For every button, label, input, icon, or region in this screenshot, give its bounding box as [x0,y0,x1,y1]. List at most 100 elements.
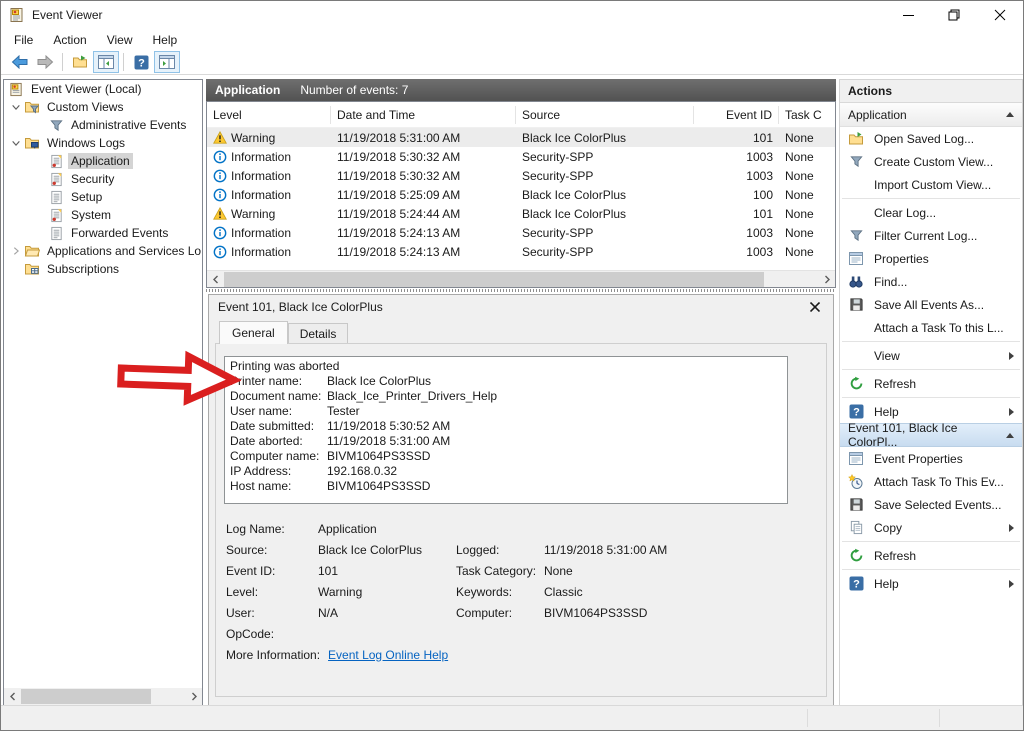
preview-close-button[interactable] [806,298,824,316]
action-attach-task-to-log[interactable]: Attach a Task To this L... [840,316,1022,339]
column-header-level[interactable]: Level [207,106,331,124]
tree-item-event-viewer-local[interactable]: Event Viewer (Local) [4,80,202,98]
event-row[interactable]: Information 11/19/2018 5:30:32 AM Securi… [207,166,835,185]
tree-item-applications-and-services-logs[interactable]: Applications and Services Lo [4,242,202,260]
restore-button[interactable] [931,1,977,29]
scrollbar-thumb[interactable] [224,272,764,287]
log-name-label: Log Name: [226,522,318,536]
action-copy[interactable]: Copy [840,516,1022,539]
action-create-custom-view[interactable]: Create Custom View... [840,150,1022,173]
event-log-online-help-link[interactable]: Event Log Online Help [328,648,448,662]
forward-button[interactable] [32,51,58,73]
action-refresh-event[interactable]: Refresh [840,544,1022,567]
back-icon [11,55,28,69]
information-icon [213,226,227,240]
minimize-button[interactable] [885,1,931,29]
tab-general[interactable]: General [219,321,288,344]
close-button[interactable] [977,1,1023,29]
action-help-event[interactable]: ? Help [840,572,1022,595]
level-label: Level: [226,585,318,599]
properties-icon [848,251,864,267]
action-refresh[interactable]: Refresh [840,372,1022,395]
menu-help[interactable]: Help [143,30,188,50]
event-row[interactable]: Warning 11/19/2018 5:24:44 AM Black Ice … [207,204,835,223]
warning-icon [213,207,227,220]
task-category-value: None [544,564,826,578]
scroll-right-arrow-icon[interactable] [818,271,835,288]
column-header-task[interactable]: Task C [779,106,835,124]
show-console-tree-button[interactable] [93,51,119,73]
menu-file[interactable]: File [4,30,43,50]
event-row[interactable]: Warning 11/19/2018 5:31:00 AM Black Ice … [207,128,835,147]
event-row[interactable]: Information 11/19/2018 5:24:13 AM Securi… [207,242,835,261]
window-title: Event Viewer [32,8,102,22]
keywords-value: Classic [544,585,826,599]
tree-item-windows-logs[interactable]: Windows Logs [4,134,202,152]
scroll-left-arrow-icon[interactable] [4,688,21,705]
level-value: Warning [318,585,456,599]
scrollbar-thumb[interactable] [21,689,151,704]
event-description-box[interactable]: Printing was aborted Printer name:Black … [224,356,788,504]
help-button[interactable]: ? [128,51,154,73]
tree-item-application[interactable]: Application [4,152,202,170]
actions-section-event-101[interactable]: Event 101, Black Ice ColorPl... [840,423,1022,447]
scroll-left-arrow-icon[interactable] [207,271,224,288]
actions-pane: Actions Application Open Saved Log... Cr… [839,79,1023,706]
action-import-custom-view[interactable]: Import Custom View... [840,173,1022,196]
action-filter-current-log[interactable]: Filter Current Log... [840,224,1022,247]
column-header-eventid[interactable]: Event ID [694,106,779,124]
folder-filter-icon [24,99,40,115]
export-log-button[interactable] [67,51,93,73]
event-row[interactable]: Information 11/19/2018 5:30:32 AM Securi… [207,147,835,166]
actions-section-application[interactable]: Application [840,103,1022,127]
tree-item-administrative-events[interactable]: Administrative Events [4,116,202,134]
svg-text:?: ? [853,579,860,591]
help-icon: ? [848,404,864,420]
action-save-all-events-as[interactable]: Save All Events As... [840,293,1022,316]
action-find[interactable]: Find... [840,270,1022,293]
tree-item-security[interactable]: Security [4,170,202,188]
svg-text:?: ? [853,407,860,419]
source-label: Source: [226,543,318,557]
event-row[interactable]: Information 11/19/2018 5:25:09 AM Black … [207,185,835,204]
menu-view[interactable]: View [97,30,143,50]
task-category-label: Task Category: [456,564,544,578]
tree-item-forwarded-events[interactable]: Forwarded Events [4,224,202,242]
menu-action[interactable]: Action [43,30,96,50]
action-event-properties[interactable]: Event Properties [840,447,1022,470]
tree-item-subscriptions[interactable]: Subscriptions [4,260,202,278]
show-action-pane-button[interactable] [154,51,180,73]
chevron-down-icon[interactable] [8,102,24,112]
scroll-right-arrow-icon[interactable] [185,688,202,705]
chevron-right-icon[interactable] [8,246,24,256]
app-icon [9,7,25,23]
action-attach-task-to-event[interactable]: Attach Task To This Ev... [840,470,1022,493]
close-icon [994,9,1006,21]
tab-details[interactable]: Details [288,323,349,343]
action-save-selected-events[interactable]: Save Selected Events... [840,493,1022,516]
events-table-header: Level Date and Time Source Event ID Task… [207,102,835,128]
action-clear-log[interactable]: Clear Log... [840,201,1022,224]
tree-item-system[interactable]: System [4,206,202,224]
action-view[interactable]: View [840,344,1022,367]
action-properties[interactable]: Properties [840,247,1022,270]
source-value: Black Ice ColorPlus [318,543,456,557]
action-open-saved-log[interactable]: Open Saved Log... [840,127,1022,150]
logged-label: Logged: [456,543,544,557]
column-header-date[interactable]: Date and Time [331,106,516,124]
tree-item-custom-views[interactable]: Custom Views [4,98,202,116]
properties-icon [848,451,864,467]
status-divider [807,709,808,727]
back-button[interactable] [6,51,32,73]
action-help[interactable]: ? Help [840,400,1022,423]
actions-separator [842,397,1020,398]
column-header-source[interactable]: Source [516,106,694,124]
chevron-down-icon[interactable] [8,138,24,148]
tree-item-setup[interactable]: Setup [4,188,202,206]
preview-title-bar: Event 101, Black Ice ColorPlus [209,295,833,319]
event-row[interactable]: Information 11/19/2018 5:24:13 AM Securi… [207,223,835,242]
actions-separator [842,569,1020,570]
collapse-arrow-icon [1006,112,1014,117]
event-log-icon [48,171,64,187]
help-icon: ? [134,55,149,70]
